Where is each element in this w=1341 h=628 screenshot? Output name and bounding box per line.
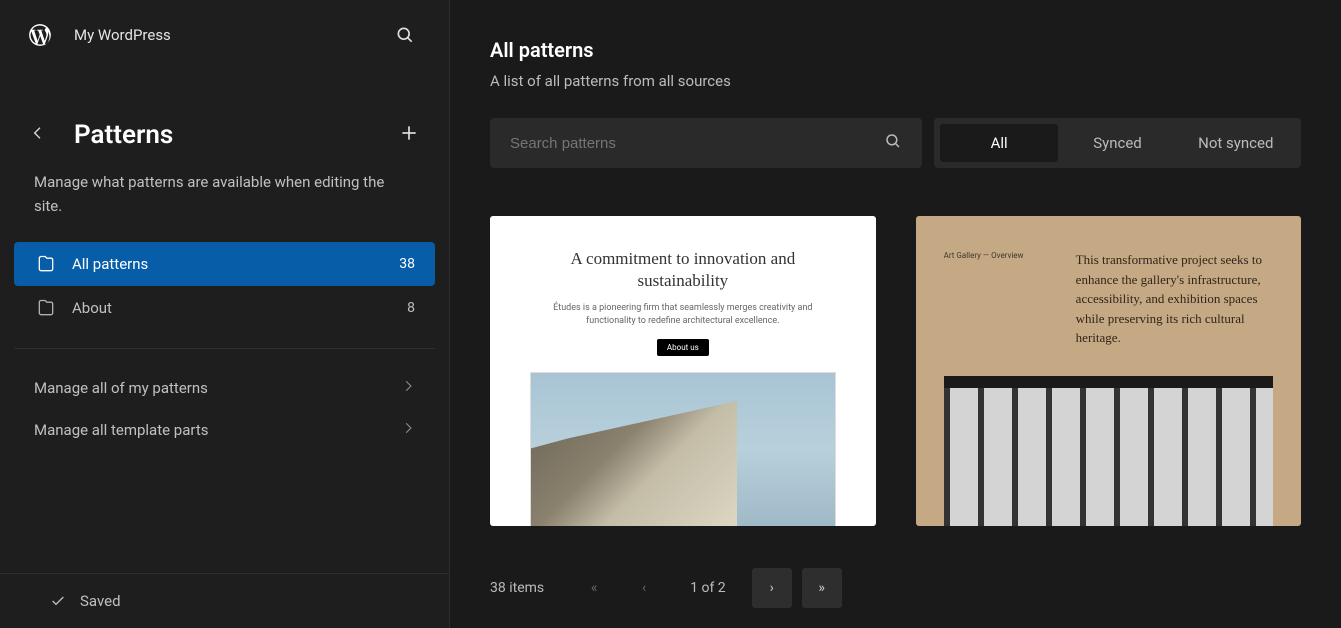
next-page-button[interactable]: › <box>752 568 792 608</box>
sidebar-item-label: About <box>72 299 112 317</box>
save-status: Saved <box>80 592 121 610</box>
file-icon <box>34 254 58 274</box>
pattern-button-preview: About us <box>657 339 709 356</box>
search-box[interactable] <box>490 118 922 168</box>
chevron-right-icon <box>401 379 415 397</box>
pagination-bar: 38 items « ‹ 1 of 2 › » <box>450 556 1341 628</box>
search-input[interactable] <box>510 135 884 152</box>
check-icon <box>50 593 66 609</box>
page-subtitle: A list of all patterns from all sources <box>490 72 1301 90</box>
last-page-button[interactable]: » <box>802 568 842 608</box>
chevron-right-icon <box>401 421 415 439</box>
sidebar-item-count: 8 <box>407 300 415 316</box>
pattern-categories: All patterns 38 About 8 <box>0 242 449 330</box>
manage-template-parts-link[interactable]: Manage all template parts <box>0 409 449 451</box>
pattern-label: Art Gallery — Overview <box>944 250 1054 348</box>
filter-tab-synced[interactable]: Synced <box>1058 124 1176 162</box>
sync-filter-tabs: All Synced Not synced <box>934 118 1301 168</box>
pattern-image-preview <box>944 376 1273 527</box>
sidebar-item-label: All patterns <box>72 255 148 273</box>
main-panel: All patterns A list of all patterns from… <box>450 0 1341 628</box>
prev-page-button[interactable]: ‹ <box>624 568 664 608</box>
sidebar-footer: Saved <box>0 573 449 628</box>
divider <box>14 348 435 349</box>
pattern-image-preview <box>530 372 836 526</box>
pattern-card[interactable]: A commitment to innovation and sustainab… <box>490 216 876 526</box>
back-icon[interactable] <box>30 125 54 145</box>
pager: « ‹ 1 of 2 › » <box>574 568 842 608</box>
sidebar-item-all-patterns[interactable]: All patterns 38 <box>14 242 435 286</box>
pattern-body: This transformative project seeks to enh… <box>1076 250 1273 348</box>
pattern-heading: A commitment to innovation and sustainab… <box>530 248 836 292</box>
pattern-card[interactable]: Art Gallery — Overview This transformati… <box>916 216 1301 526</box>
section-header: Patterns <box>0 70 449 170</box>
first-page-button[interactable]: « <box>574 568 614 608</box>
search-icon[interactable] <box>387 17 423 53</box>
pattern-sub: Études is a pioneering firm that seamles… <box>553 302 813 327</box>
pattern-grid: A commitment to innovation and sustainab… <box>450 168 1341 556</box>
items-count: 38 items <box>490 580 544 596</box>
main-header: All patterns A list of all patterns from… <box>450 0 1341 90</box>
manage-link-label: Manage all of my patterns <box>34 379 208 397</box>
add-pattern-button[interactable] <box>399 121 419 149</box>
site-name: My WordPress <box>74 26 171 44</box>
search-icon <box>884 132 902 154</box>
file-icon <box>34 298 58 318</box>
sidebar: My WordPress Patterns Manage what patter… <box>0 0 450 628</box>
section-description: Manage what patterns are available when … <box>0 170 449 242</box>
sidebar-item-about[interactable]: About 8 <box>14 286 435 330</box>
wordpress-logo-icon[interactable] <box>26 21 54 49</box>
filter-row: All Synced Not synced <box>450 90 1341 168</box>
manage-link-label: Manage all template parts <box>34 421 208 439</box>
filter-tab-not-synced[interactable]: Not synced <box>1177 124 1295 162</box>
filter-tab-all[interactable]: All <box>940 124 1058 162</box>
page-indicator: 1 of 2 <box>674 580 742 596</box>
page-title: All patterns <box>490 38 1301 62</box>
manage-all-patterns-link[interactable]: Manage all of my patterns <box>0 367 449 409</box>
sidebar-item-count: 38 <box>399 256 415 272</box>
section-title: Patterns <box>74 120 173 150</box>
topbar: My WordPress <box>0 0 449 70</box>
